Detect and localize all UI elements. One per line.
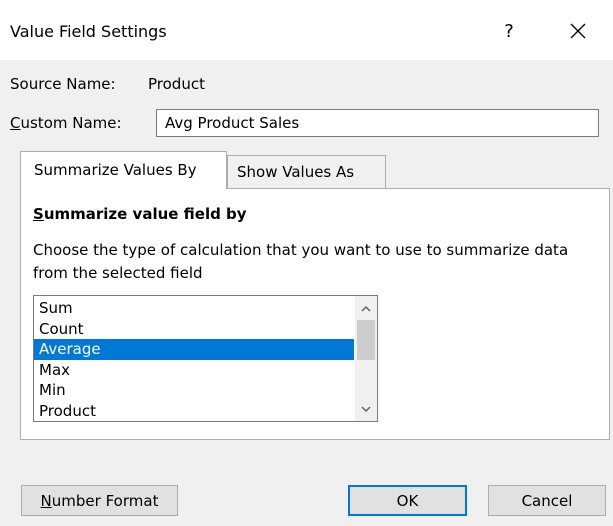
source-name-value: Product	[148, 75, 205, 93]
chevron-up-icon	[361, 305, 371, 312]
list-item[interactable]: Sum	[34, 298, 354, 319]
list-item[interactable]: Min	[34, 380, 354, 401]
custom-name-accelerator: C	[10, 114, 21, 132]
number-format-label: umber Format	[51, 491, 159, 510]
scroll-down-button[interactable]	[355, 399, 377, 419]
calculation-listbox[interactable]: Sum Count Average Max Min Product	[33, 295, 378, 422]
number-format-button[interactable]: Number Format	[21, 485, 178, 516]
calculation-list: Sum Count Average Max Min Product	[34, 298, 354, 421]
list-item[interactable]: Product	[34, 401, 354, 422]
close-icon	[570, 23, 586, 39]
chevron-down-icon	[361, 405, 371, 412]
list-item[interactable]: Count	[34, 319, 354, 340]
listbox-scrollbar[interactable]	[355, 296, 377, 421]
tab-show-values-as[interactable]: Show Values As	[227, 155, 386, 188]
list-item[interactable]: Max	[34, 360, 354, 381]
tab-panel-summarize: Summarize value field by Choose the type…	[20, 188, 610, 440]
help-button[interactable]: ?	[494, 16, 524, 46]
section-accelerator: S	[33, 205, 44, 223]
value-field-settings-dialog: Value Field Settings ? Source Name: Prod…	[0, 0, 613, 526]
scroll-thumb[interactable]	[357, 320, 375, 360]
help-icon: ?	[504, 20, 514, 42]
source-name-label: Source Name:	[10, 75, 116, 93]
dialog-title: Value Field Settings	[10, 22, 167, 41]
custom-name-label: Custom Name:	[10, 114, 122, 132]
ok-button[interactable]: OK	[348, 485, 467, 516]
cancel-button[interactable]: Cancel	[488, 485, 606, 516]
section-label: Summarize value field by	[33, 205, 247, 223]
tab-label: Show Values As	[237, 163, 355, 181]
title-bar: Value Field Settings ?	[0, 0, 613, 60]
section-label-text: ummarize value field by	[43, 205, 247, 223]
list-item-selected[interactable]: Average	[34, 339, 354, 360]
tab-label: Summarize Values By	[34, 161, 197, 179]
custom-name-input[interactable]	[156, 109, 599, 137]
custom-name-label-text: ustom Name:	[20, 114, 122, 132]
close-button[interactable]	[560, 14, 596, 48]
calculation-description: Choose the type of calculation that you …	[33, 241, 569, 282]
number-format-accelerator: N	[40, 491, 52, 510]
scroll-up-button[interactable]	[355, 298, 377, 318]
tab-summarize-values-by[interactable]: Summarize Values By	[20, 151, 227, 189]
